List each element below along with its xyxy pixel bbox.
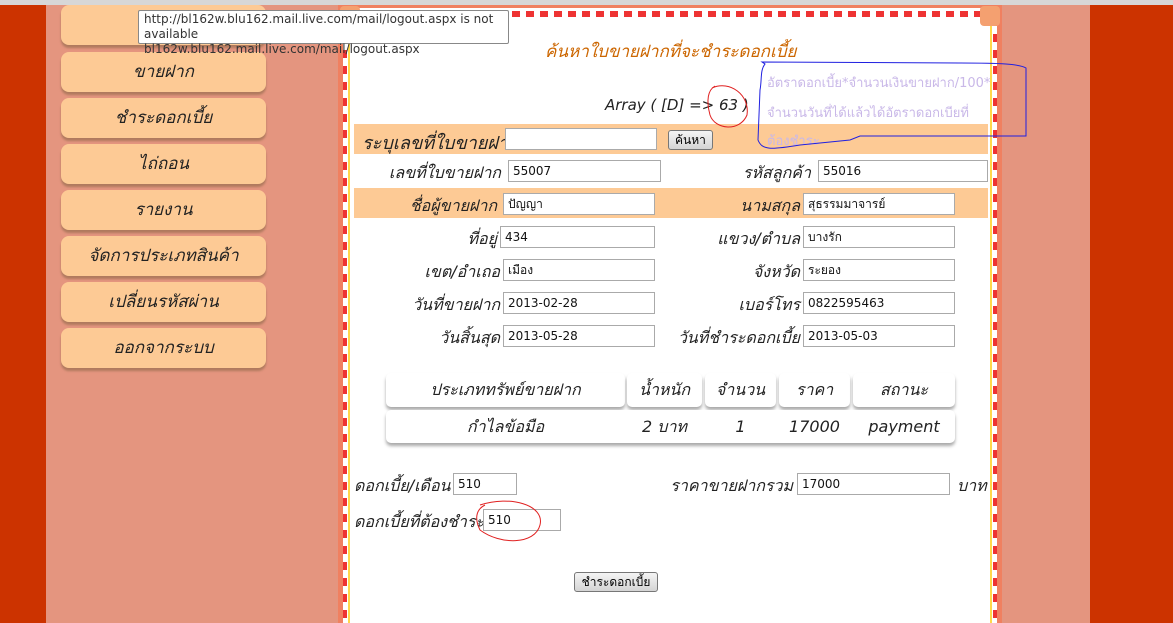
sidebar-item-sell[interactable]: ขายฝาก — [61, 52, 266, 92]
interest-due-field[interactable] — [483, 509, 561, 531]
link-tooltip: http://bl162w.blu162.mail.live.com/mail/… — [138, 10, 509, 56]
page-title: ค้นหาใบขายฝากที่จะชำระดอกเบี้ย — [545, 42, 797, 62]
right-border — [1090, 5, 1173, 623]
corner-ornament-icon — [980, 6, 1000, 26]
phone-label: เบอร์โทร — [738, 295, 800, 314]
debug-output: Array ( [D] => 63 ) — [605, 96, 749, 114]
header-quantity: จำนวน — [705, 373, 776, 407]
address-label: ที่อยู่ — [467, 229, 497, 248]
province-field[interactable] — [803, 259, 955, 281]
district-label: เขต/อำเถอ — [424, 262, 500, 281]
tooltip-line: bl162w.blu162.mail.live.com/mail/logout.… — [144, 42, 420, 56]
cell-type: กำไลข้อมือ — [466, 417, 545, 436]
annotation-text: ต้องชำระ — [767, 134, 820, 149]
total-label: ราคาขายฝากรวม — [670, 476, 793, 495]
header-weight: น้ำหนัก — [627, 373, 702, 407]
sidebar-item-logout[interactable]: ออกจากระบบ — [61, 328, 266, 368]
tooltip-line: http://bl162w.blu162.mail.live.com/mail/… — [144, 12, 494, 41]
end-date-field[interactable] — [503, 325, 655, 347]
end-date-label: วันสิ้นสุด — [439, 328, 500, 347]
sale-date-field[interactable] — [503, 292, 655, 314]
address-field[interactable] — [500, 226, 655, 248]
total-field[interactable] — [797, 473, 950, 495]
sidebar-item-report[interactable]: รายงาน — [61, 190, 266, 230]
sale-date-label: วันที่ขายฝาก — [412, 295, 500, 314]
pay-date-field[interactable] — [803, 325, 955, 347]
first-name-label: ชื่อผู้ขายฝาก — [409, 196, 497, 215]
cell-status: payment — [868, 417, 940, 436]
decorative-border-left — [343, 18, 347, 623]
sidebar-item-change-password[interactable]: เปลี่ยนรหัสผ่าน — [61, 282, 266, 322]
contract-no-label: เลขที่ใบขายฝาก — [388, 163, 501, 182]
annotation-text: อัตราดอกเบี้ย*จำนวนเงินขายฝาก/100* — [767, 76, 991, 91]
sidebar-item-pay-interest[interactable]: ชำระดอกเบี้ย — [61, 98, 266, 138]
customer-id-field[interactable] — [818, 160, 988, 182]
header-price: ราคา — [779, 373, 850, 407]
interest-month-label: ดอกเบี้ย/เดือน — [354, 476, 451, 495]
cell-quantity: 1 — [735, 417, 746, 436]
sidebar-item-categories[interactable]: จัดการประเภทสินค้า — [61, 236, 266, 276]
decorative-border-right — [993, 18, 997, 623]
search-label: ระบุเลขที่ใบขายฝาก — [362, 133, 519, 154]
subdistrict-field[interactable] — [803, 226, 955, 248]
customer-id-label: รหัสลูกค้า — [742, 163, 811, 182]
pay-interest-button[interactable]: ชำระดอกเบี้ย — [574, 572, 658, 592]
left-border — [0, 5, 46, 623]
first-name-field[interactable] — [503, 193, 655, 215]
province-label: จังหวัด — [752, 262, 800, 281]
district-field[interactable] — [503, 259, 655, 281]
last-name-label: นามสกุล — [740, 196, 800, 215]
search-input[interactable] — [505, 128, 657, 150]
cell-price: 17000 — [789, 417, 840, 436]
interest-due-label: ดอกเบี้ยที่ต้องชำระ — [354, 512, 485, 531]
header-type: ประเภททรัพย์ขายฝาก — [386, 373, 625, 407]
contract-no-field[interactable] — [508, 160, 661, 182]
phone-field[interactable] — [803, 292, 955, 314]
annotation-text: จำนวนวันที่ได้แล้วได้อัตราดอกเบียที่ — [767, 106, 969, 121]
sidebar-item-redeem[interactable]: ไถ่ถอน — [61, 144, 266, 184]
cell-weight: 2 บาท — [642, 417, 687, 436]
last-name-field[interactable] — [803, 193, 955, 215]
unit-label: บาท — [957, 476, 987, 495]
header-status: สถานะ — [853, 373, 955, 407]
subdistrict-label: แขวง/ตำบล — [717, 229, 800, 248]
interest-month-field[interactable] — [453, 473, 517, 495]
search-button[interactable]: ค้นหา — [668, 130, 713, 150]
pay-date-label: วันที่ชำระดอกเบี้ย — [677, 328, 800, 347]
